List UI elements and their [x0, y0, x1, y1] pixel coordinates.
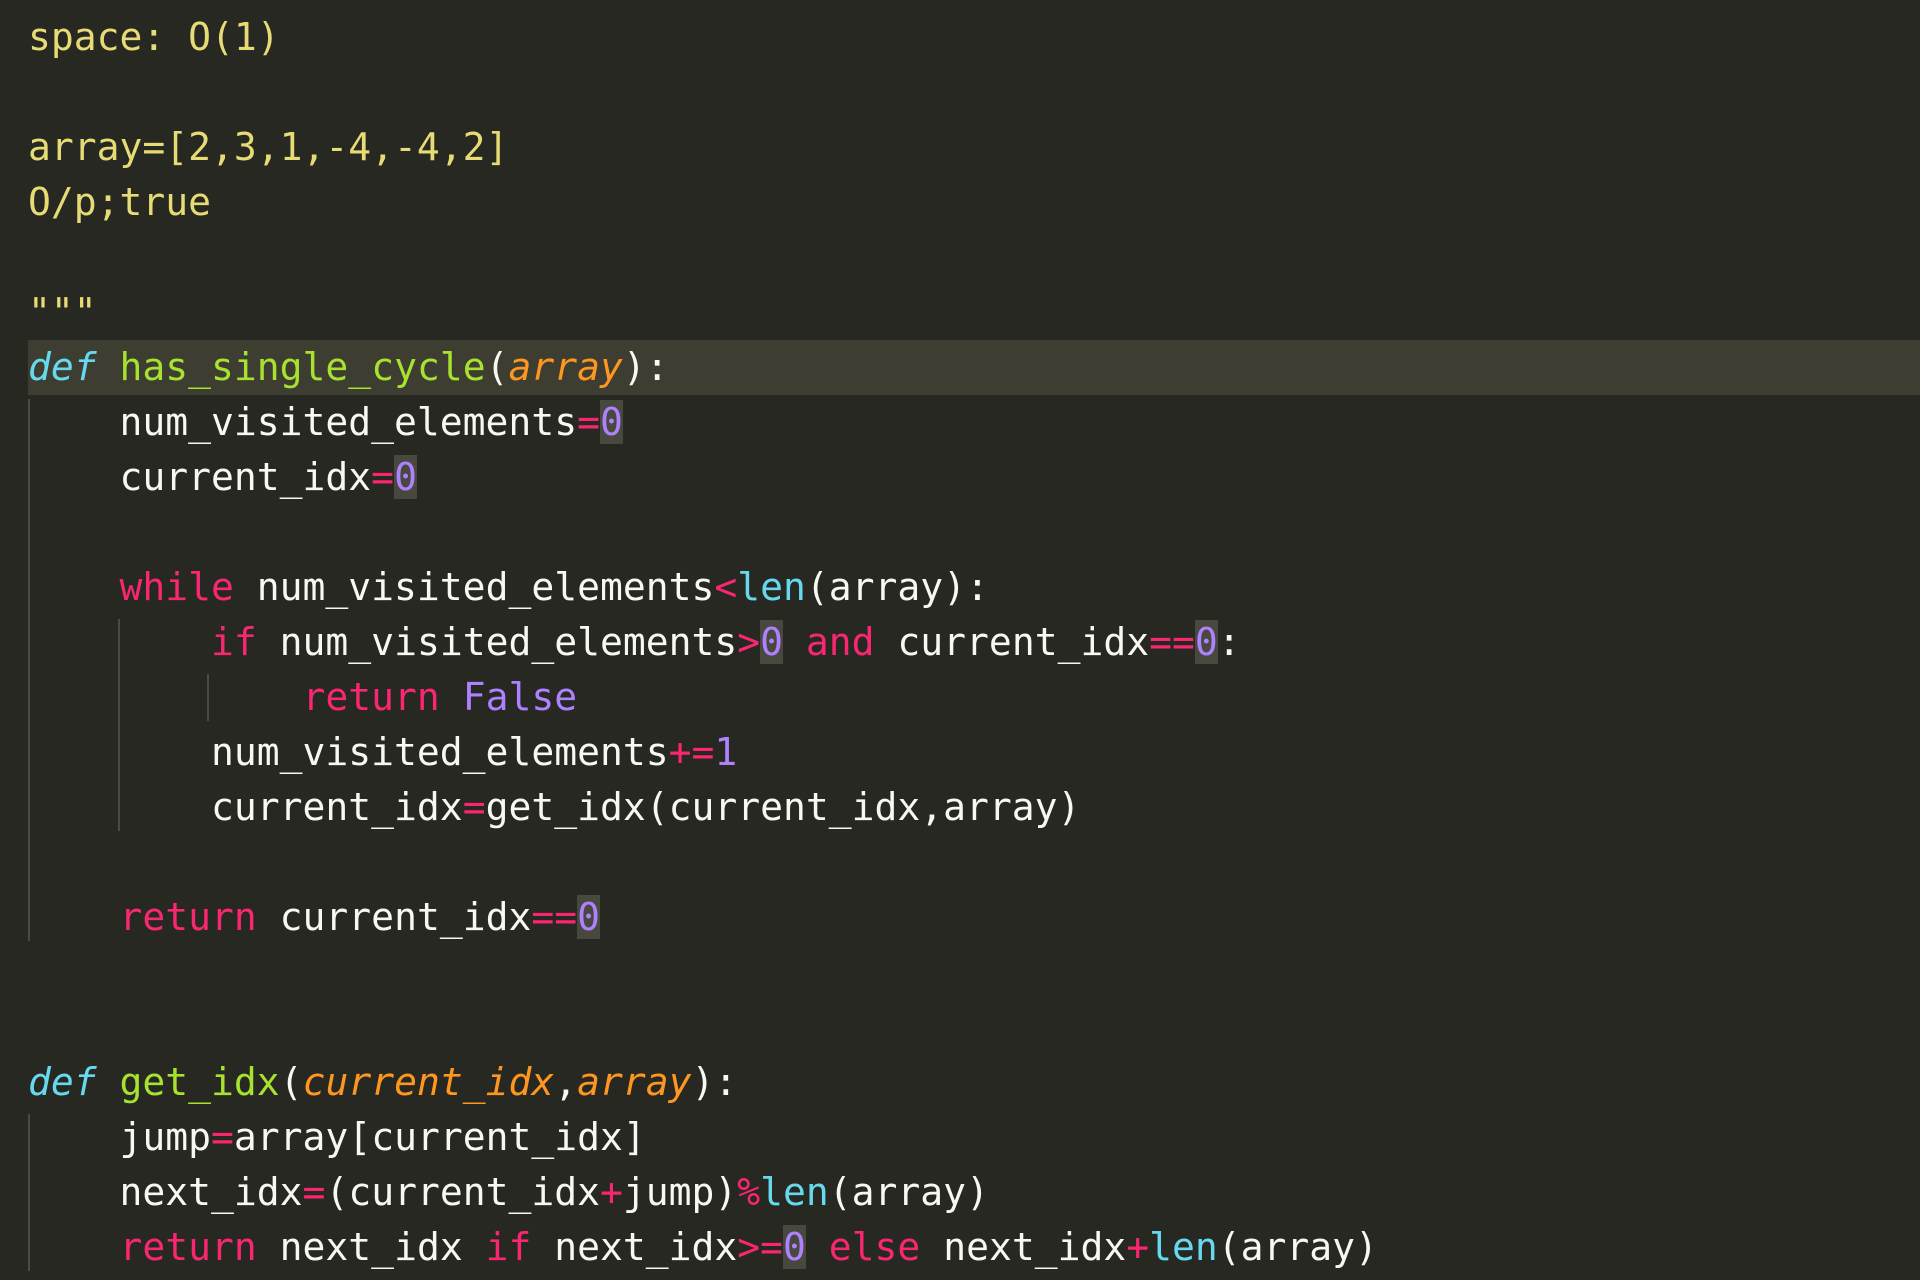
code-line[interactable]: return next_idx if next_idx>=0 else next…: [28, 1220, 1378, 1275]
code-token-num-hl: 0: [394, 455, 417, 499]
code-line[interactable]: next_idx=(current_idx+jump)%len(array): [28, 1165, 989, 1220]
code-line[interactable]: def has_single_cycle(array):: [28, 340, 669, 395]
code-line[interactable]: jump=array[current_idx]: [28, 1110, 646, 1165]
code-token-plain: current_idx: [874, 620, 1150, 664]
code-token-plain: ,: [554, 1060, 578, 1104]
code-token-op: +: [599, 1170, 623, 1214]
code-token-op: +=: [668, 730, 715, 774]
code-token-plain: get_idx(current_idx,array): [485, 785, 1081, 829]
code-token-plain: jump: [28, 1115, 212, 1159]
code-token-num-hl: 0: [760, 620, 784, 664]
code-token-op: >=: [737, 1225, 784, 1269]
code-token-plain: (array):: [805, 565, 989, 609]
code-line[interactable]: current_idx=get_idx(current_idx,array): [28, 780, 1080, 835]
code-token-param: array: [508, 345, 623, 389]
code-token-num-hl: 0: [783, 1225, 806, 1269]
code-token-def: def: [28, 345, 97, 389]
code-token-str: O/p;true: [28, 180, 212, 224]
code-token-plain: (: [279, 1060, 303, 1104]
code-line[interactable]: array=[2,3,1,-4,-4,2]: [28, 120, 508, 175]
code-token-plain: next_idx: [531, 1225, 738, 1269]
code-line[interactable]: return current_idx==0: [28, 890, 600, 945]
code-line[interactable]: num_visited_elements+=1: [28, 725, 737, 780]
code-token-builtin: len: [760, 1170, 829, 1214]
code-token-param: current_idx: [302, 1060, 555, 1104]
code-token-str: space: O(1): [28, 15, 280, 59]
code-token-plain: (: [485, 345, 509, 389]
code-token-op: ==: [1149, 620, 1195, 664]
code-token-op: %: [737, 1170, 761, 1214]
code-token-str: array=[2,3,1,-4,-4,2]: [28, 125, 509, 169]
code-token-op: >: [737, 620, 761, 664]
code-token-plain: current_idx: [28, 455, 372, 499]
code-token-num-hl: 0: [577, 895, 600, 939]
code-token-plain: jump): [622, 1170, 738, 1214]
code-token-op: =: [462, 785, 486, 829]
code-token-plain: (current_idx: [325, 1170, 600, 1214]
code-token-kw: if: [485, 1225, 532, 1269]
code-line[interactable]: current_idx=0: [28, 450, 417, 505]
code-token-num: 1: [714, 730, 738, 774]
code-token-plain: ):: [691, 1060, 738, 1104]
code-token-plain: num_visited_elements: [28, 730, 669, 774]
code-token-plain: (array): [1217, 1225, 1378, 1269]
code-token-kw: while: [119, 565, 234, 609]
code-line[interactable]: num_visited_elements=0: [28, 395, 623, 450]
code-token-kw: return: [119, 895, 257, 939]
code-token-plain: current_idx: [28, 785, 463, 829]
code-token-op: =: [577, 400, 600, 444]
code-token-const: False: [462, 675, 578, 719]
code-token-kw: and: [805, 620, 875, 664]
code-token-kw: if: [211, 620, 257, 664]
code-token-builtin: len: [737, 565, 806, 609]
code-line[interactable]: return False: [28, 670, 578, 725]
code-line[interactable]: O/p;true: [28, 175, 211, 230]
code-token-plain: (array): [828, 1170, 989, 1214]
code-token-plain: :: [1217, 620, 1241, 664]
code-token-plain: current_idx: [256, 895, 532, 939]
code-token-op: +: [1126, 1225, 1150, 1269]
code-line[interactable]: def get_idx(current_idx,array):: [28, 1055, 737, 1110]
code-line[interactable]: while num_visited_elements<len(array):: [28, 560, 989, 615]
code-token-num-hl: 0: [599, 400, 623, 444]
code-token-str: """: [28, 290, 97, 334]
code-token-kw: return: [119, 1225, 257, 1269]
code-token-plain: ):: [622, 345, 669, 389]
code-token-fn: has_single_cycle: [119, 345, 486, 389]
code-line[interactable]: space: O(1): [28, 10, 280, 65]
code-token-plain: num_visited_elements: [233, 565, 715, 609]
code-line[interactable]: """: [28, 285, 97, 340]
code-token-plain: array[current_idx]: [233, 1115, 646, 1159]
code-token-plain: num_visited_elements: [256, 620, 738, 664]
code-line[interactable]: if num_visited_elements>0 and current_id…: [28, 615, 1241, 670]
code-token-plain: next_idx: [28, 1170, 303, 1214]
code-token-plain: next_idx: [920, 1225, 1127, 1269]
code-token-param: array: [577, 1060, 692, 1104]
code-token-def: def: [28, 1060, 97, 1104]
code-token-plain: next_idx: [256, 1225, 486, 1269]
code-token-op: =: [211, 1115, 234, 1159]
code-token-num-hl: 0: [1194, 620, 1218, 664]
code-token-kw: return: [302, 675, 440, 719]
code-token-op: ==: [531, 895, 578, 939]
code-token-builtin: len: [1149, 1225, 1218, 1269]
code-token-plain: num_visited_elements: [28, 400, 578, 444]
code-editor[interactable]: space: O(1) array=[2,3,1,-4,-4,2] O/p;true…: [0, 0, 1920, 1280]
code-token-op: =: [371, 455, 395, 499]
code-token-fn: get_idx: [119, 1060, 280, 1104]
code-token-kw: else: [828, 1225, 921, 1269]
code-token-op: <: [714, 565, 738, 609]
code-token-op: =: [302, 1170, 326, 1214]
